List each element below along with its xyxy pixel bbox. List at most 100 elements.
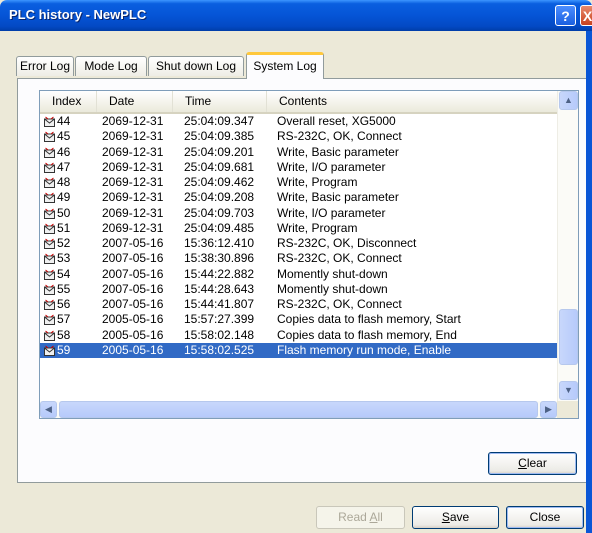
tab-system-log[interactable]: System Log <box>246 52 324 79</box>
close-window-button[interactable]: X <box>580 5 592 26</box>
table-row[interactable]: 59 2005-05-16 15:58:02.525 Flash memory run… <box>40 342 557 358</box>
table-row[interactable]: 57 2005-05-16 15:57:27.399 Copies data to f… <box>40 312 557 327</box>
row-time: 15:58:02.148 <box>184 327 255 342</box>
row-contents: Copies data to flash memory, Start <box>277 312 461 327</box>
log-entry-icon <box>44 162 55 173</box>
table-row[interactable]: 50 2069-12-31 25:04:09.703 Write, I/O param… <box>40 206 557 221</box>
tab-shut-down-log[interactable]: Shut down Log <box>148 56 244 76</box>
row-date: 2069-12-31 <box>102 205 164 220</box>
row-index: 48 <box>57 175 71 189</box>
log-entry-icon <box>44 299 55 310</box>
row-contents: RS-232C, OK, Connect <box>277 251 402 266</box>
help-button[interactable]: ? <box>555 5 576 26</box>
table-row[interactable]: 48 2069-12-31 25:04:09.462 Write, Program <box>40 175 557 190</box>
row-time: 25:04:09.703 <box>184 205 255 220</box>
table-row[interactable]: 55 2007-05-16 15:44:28.643 Momently shut-do… <box>40 282 557 297</box>
clear-button[interactable]: Clear <box>488 452 577 475</box>
table-row[interactable]: 49 2069-12-31 25:04:09.208 Write, Basic par… <box>40 190 557 205</box>
log-entry-icon <box>44 284 55 295</box>
row-contents: RS-232C, OK, Connect <box>277 297 402 311</box>
row-contents: Overall reset, XG5000 <box>277 114 396 128</box>
table-row[interactable]: 58 2005-05-16 15:58:02.148 Copies data to f… <box>40 328 557 343</box>
row-contents: RS-232C, OK, Disconnect <box>277 236 417 250</box>
row-date: 2069-12-31 <box>102 114 164 128</box>
row-time: 15:58:02.525 <box>184 342 255 357</box>
row-contents: RS-232C, OK, Connect <box>277 129 402 144</box>
log-entry-icon <box>44 147 55 158</box>
system-log-list[interactable]: Index Date Time Contents 44 2069-12-31 25:… <box>39 90 579 419</box>
row-contents: Write, Program <box>277 220 358 235</box>
row-index: 55 <box>57 281 71 296</box>
row-time: 25:04:09.462 <box>184 175 255 189</box>
table-row[interactable]: 51 2069-12-31 25:04:09.485 Write, Program <box>40 221 557 236</box>
row-index: 57 <box>57 312 71 327</box>
table-row[interactable]: 56 2007-05-16 15:44:41.807 RS-232C, OK, Con… <box>40 297 557 312</box>
scroll-down-button[interactable]: ▼ <box>559 381 578 400</box>
scrollbar-corner <box>557 401 578 418</box>
scroll-left-button[interactable]: ◀ <box>40 401 57 418</box>
horizontal-scrollbar[interactable]: ◀ ▶ <box>40 401 557 418</box>
close-button[interactable]: Close <box>506 506 584 529</box>
window-border <box>586 31 592 533</box>
row-time: 25:04:09.201 <box>184 144 255 159</box>
table-row[interactable]: 46 2069-12-31 25:04:09.201 Write, Basic par… <box>40 145 557 160</box>
row-contents: Write, I/O parameter <box>277 159 386 174</box>
row-time: 25:04:09.485 <box>184 220 255 235</box>
row-time: 15:36:12.410 <box>184 236 255 250</box>
row-contents: Write, Basic parameter <box>277 144 399 159</box>
row-time: 15:57:27.399 <box>184 312 255 327</box>
row-index: 53 <box>57 251 71 266</box>
window-title: PLC history - NewPLC <box>9 7 147 22</box>
table-row[interactable]: 47 2069-12-31 25:04:09.681 Write, I/O param… <box>40 160 557 175</box>
column-header-date[interactable]: Date <box>97 91 173 112</box>
tab-error-log[interactable]: Error Log <box>16 56 74 76</box>
table-row[interactable]: 52 2007-05-16 15:36:12.410 RS-232C, OK, Dis… <box>40 236 557 251</box>
row-time: 15:44:22.882 <box>184 266 255 281</box>
row-index: 54 <box>57 266 71 281</box>
table-row[interactable]: 53 2007-05-16 15:38:30.896 RS-232C, OK, Con… <box>40 251 557 266</box>
save-button[interactable]: Save <box>412 506 499 529</box>
row-index: 50 <box>57 205 71 220</box>
row-time: 25:04:09.347 <box>184 114 255 128</box>
row-date: 2007-05-16 <box>102 297 164 311</box>
row-index: 52 <box>57 236 71 250</box>
row-contents: Momently shut-down <box>277 281 388 296</box>
row-index: 56 <box>57 297 71 311</box>
row-date: 2005-05-16 <box>102 327 164 342</box>
column-header-contents[interactable]: Contents <box>267 91 557 112</box>
column-header-time[interactable]: Time <box>173 91 267 112</box>
row-date: 2007-05-16 <box>102 281 164 296</box>
column-header-index[interactable]: Index <box>40 91 97 112</box>
log-entry-icon <box>44 192 55 204</box>
row-time: 25:04:09.208 <box>184 190 255 205</box>
row-index: 49 <box>57 190 71 205</box>
title-bar[interactable]: PLC history - NewPLC ? X <box>0 0 592 31</box>
log-entry-icon <box>44 269 55 280</box>
row-index: 45 <box>57 129 71 144</box>
scroll-right-button[interactable]: ▶ <box>540 401 557 418</box>
read-all-button[interactable]: Read All <box>316 506 405 529</box>
log-entry-icon <box>44 131 55 143</box>
horizontal-scroll-thumb[interactable] <box>59 401 538 418</box>
vertical-scroll-thumb[interactable] <box>559 309 578 365</box>
scroll-up-button[interactable]: ▲ <box>559 91 578 110</box>
row-date: 2007-05-16 <box>102 266 164 281</box>
row-contents: Write, Basic parameter <box>277 190 399 205</box>
row-contents: Write, Program <box>277 175 358 189</box>
row-date: 2069-12-31 <box>102 159 164 174</box>
table-row[interactable]: 54 2007-05-16 15:44:22.882 Momently shut-do… <box>40 267 557 282</box>
tab-mode-log[interactable]: Mode Log <box>75 56 147 76</box>
table-row[interactable]: 44 2069-12-31 25:04:09.347 Overall reset, X… <box>40 114 557 129</box>
row-date: 2007-05-16 <box>102 236 164 250</box>
row-index: 51 <box>57 220 71 235</box>
row-index: 47 <box>57 159 71 174</box>
row-time: 15:44:41.807 <box>184 297 255 311</box>
log-entry-icon <box>44 238 55 249</box>
log-entry-icon <box>44 208 55 219</box>
vertical-scrollbar[interactable]: ▲ ▼ <box>557 91 578 401</box>
log-entry-icon <box>44 177 55 188</box>
row-time: 15:38:30.896 <box>184 251 255 266</box>
table-row[interactable]: 45 2069-12-31 25:04:09.385 RS-232C, OK, Con… <box>40 129 557 144</box>
row-contents: Flash memory run mode, Enable <box>277 342 452 357</box>
row-date: 2005-05-16 <box>102 312 164 327</box>
